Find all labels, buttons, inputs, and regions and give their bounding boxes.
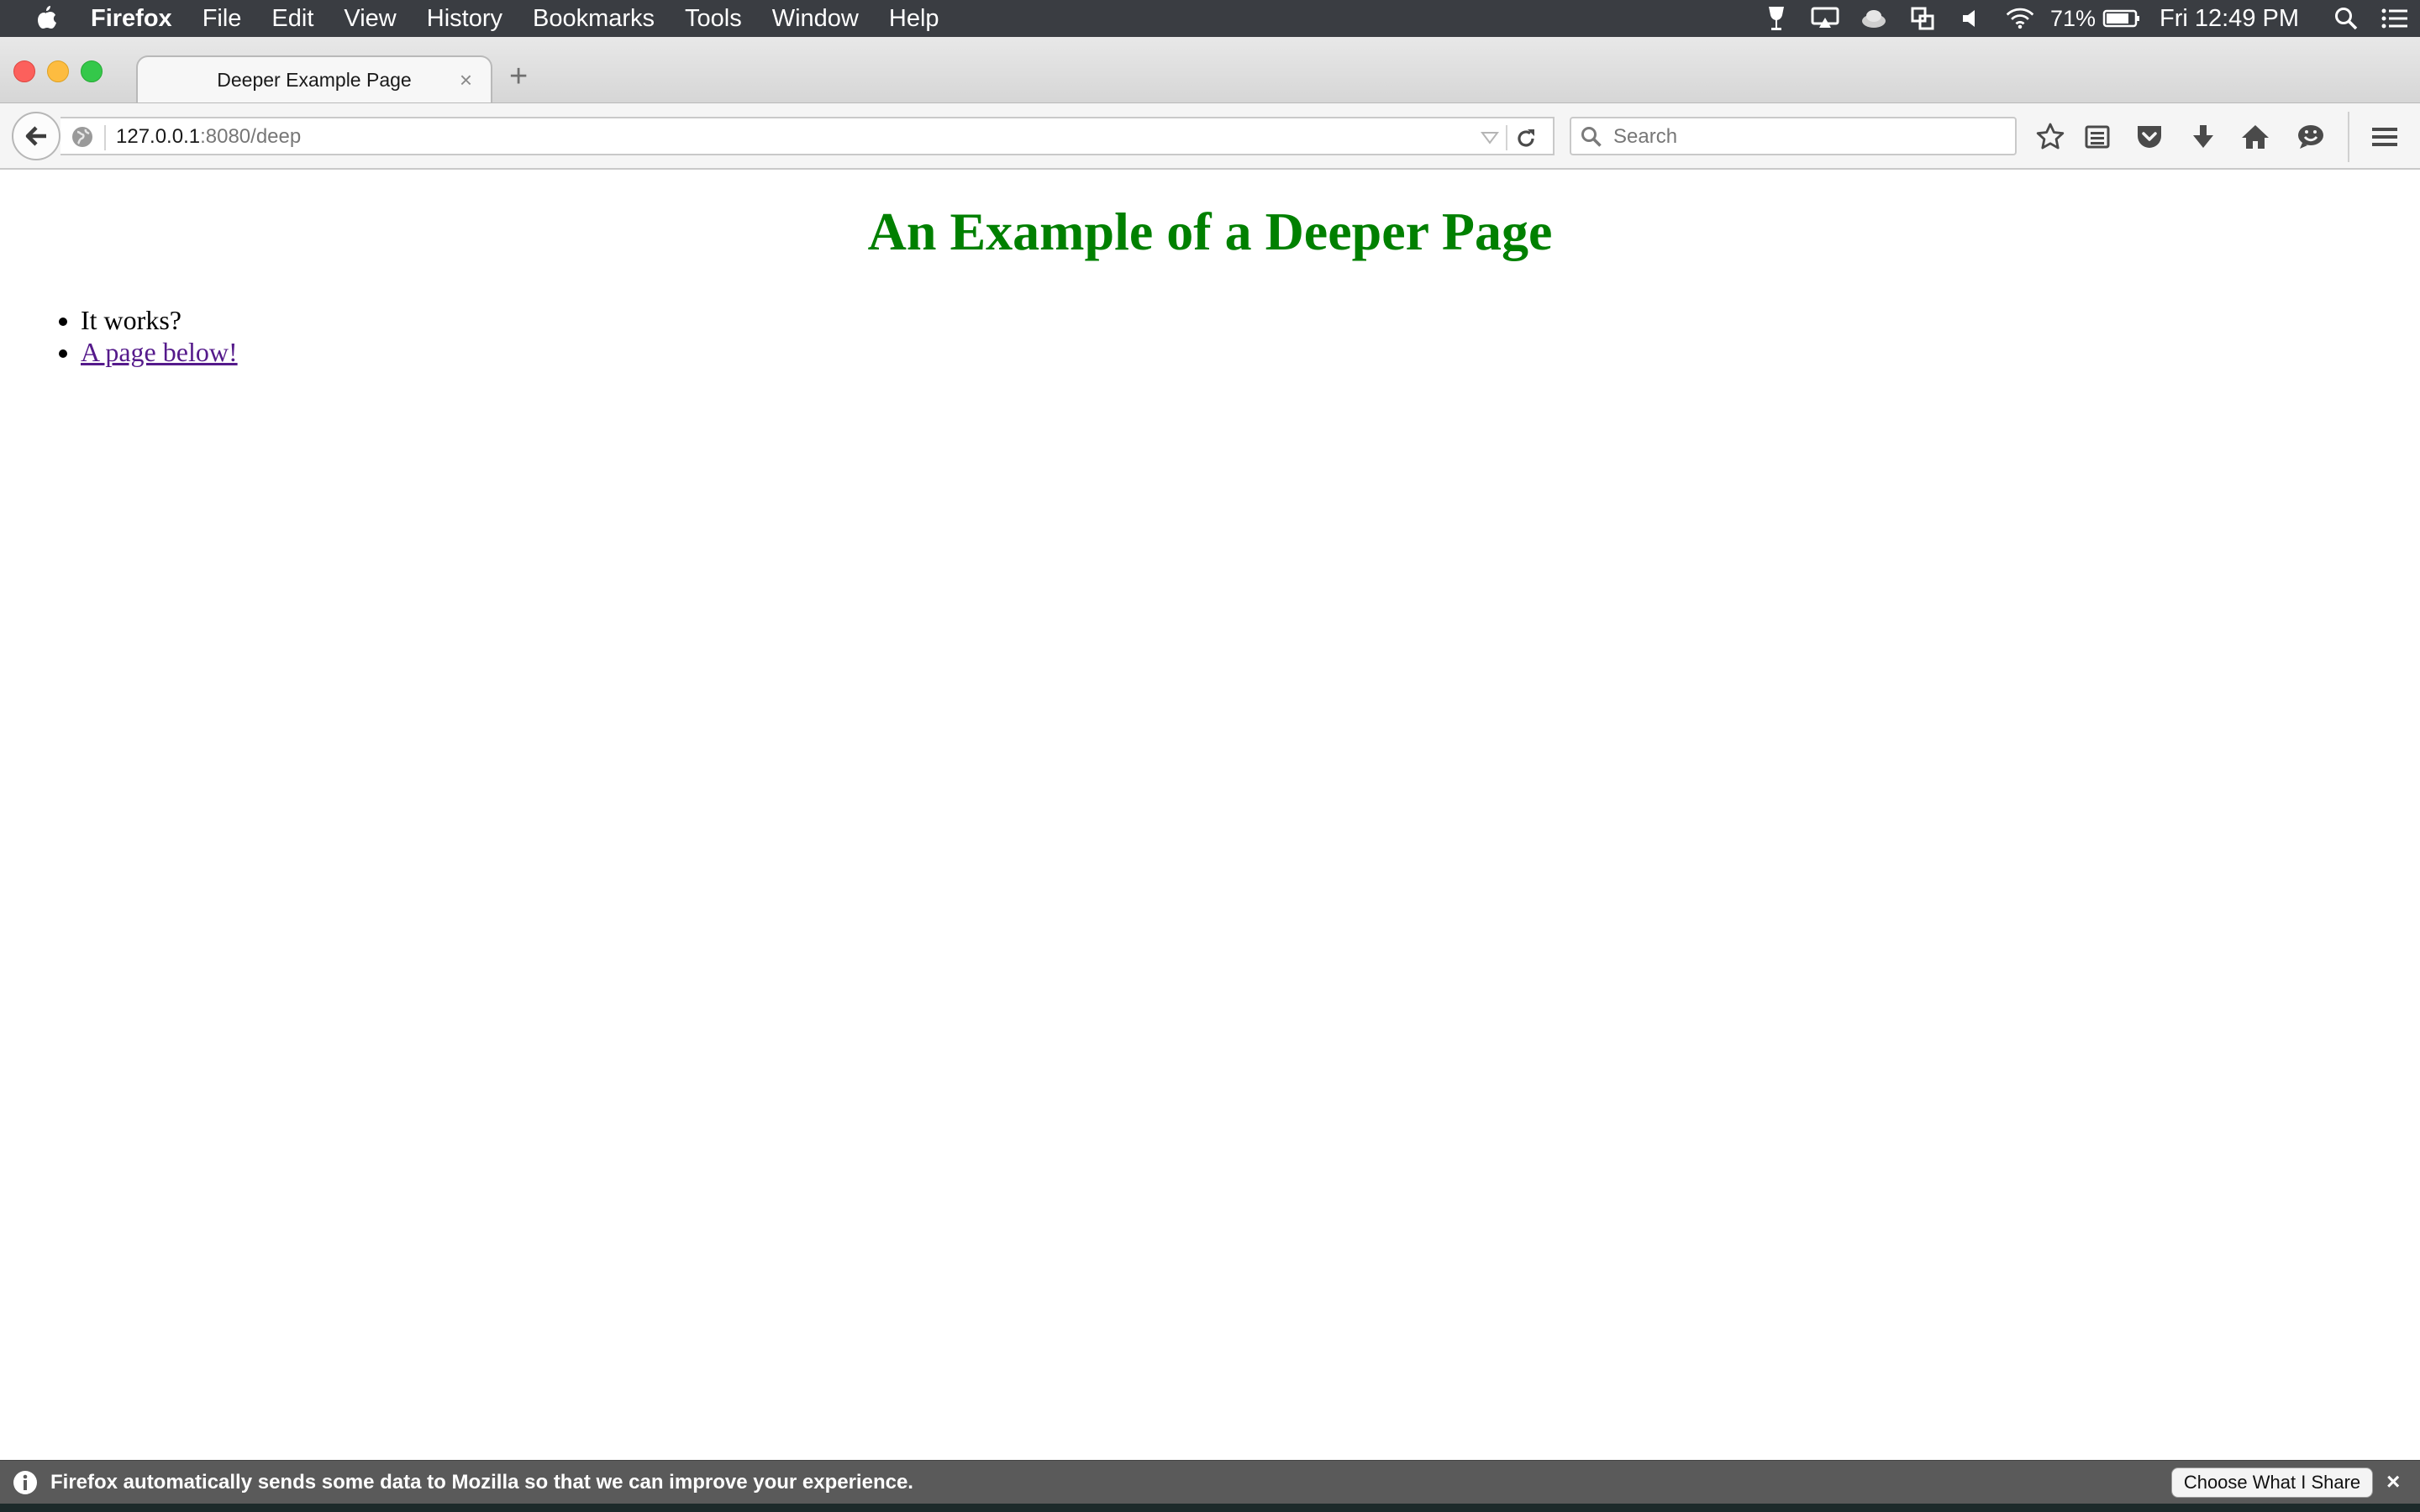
cloud-icon[interactable] [1859, 3, 1889, 34]
new-tab-button[interactable]: + [509, 60, 528, 92]
sync-icon[interactable] [1907, 3, 1938, 34]
bookmarks-menu-icon[interactable] [2079, 118, 2116, 155]
window-close-button[interactable] [13, 60, 35, 82]
macos-menu-bar: Firefox File Edit View History Bookmarks… [0, 0, 2420, 37]
menu-window[interactable]: Window [772, 5, 859, 33]
data-reporting-notification-bar: Firefox automatically sends some data to… [0, 1460, 2420, 1504]
url-bar-separator [104, 125, 106, 150]
url-host: 127.0.0.1 [116, 125, 201, 148]
back-arrow-icon [23, 123, 50, 149]
menu-bar-status-area: 71% Fri 12:49 PM [1761, 0, 2420, 37]
url-bar-separator-2 [1506, 125, 1507, 150]
menu-bar-clock[interactable]: Fri 12:49 PM [2160, 5, 2299, 33]
wifi-icon[interactable] [2005, 3, 2035, 34]
search-input[interactable] [1612, 122, 2010, 152]
volume-icon[interactable] [1956, 3, 1986, 34]
reload-icon[interactable] [1514, 127, 1538, 150]
downloads-icon[interactable] [2185, 118, 2222, 155]
page-heading: An Example of a Deeper Page [867, 202, 1553, 261]
wine-glass-icon[interactable] [1761, 3, 1791, 34]
notification-close-icon[interactable]: × [2386, 1469, 2400, 1494]
url-path: :8080/deep [200, 125, 302, 148]
menu-file[interactable]: File [203, 5, 242, 33]
hamburger-menu-icon[interactable] [2366, 118, 2403, 155]
tab-deeper-example-page[interactable]: Deeper Example Page × [136, 55, 492, 102]
url-bar[interactable]: 127.0.0.1:8080/deep [60, 117, 1555, 155]
menu-bookmarks[interactable]: Bookmarks [533, 5, 655, 33]
window-zoom-button[interactable] [81, 60, 103, 82]
list-item: It works? [81, 304, 238, 336]
pocket-icon[interactable] [2131, 118, 2168, 155]
page-content: An Example of a Deeper Page It works? A … [0, 170, 2420, 1460]
desktop-background-strip [0, 1504, 2420, 1512]
list-item[interactable]: A page below! [81, 336, 238, 368]
chat-icon[interactable] [2292, 118, 2329, 155]
bookmark-star-icon[interactable] [2032, 118, 2069, 155]
home-icon[interactable] [2237, 118, 2274, 155]
menu-help[interactable]: Help [889, 5, 939, 33]
notification-message: Firefox automatically sends some data to… [50, 1471, 913, 1494]
battery-percent: 71% [2049, 5, 2096, 31]
menu-view[interactable]: View [344, 5, 396, 33]
display-icon[interactable] [1810, 3, 1840, 34]
tab-title: Deeper Example Page [217, 68, 412, 91]
battery-icon[interactable] [2102, 3, 2141, 34]
choose-what-i-share-button[interactable]: Choose What I Share [2171, 1467, 2373, 1498]
toolbar-separator [2348, 112, 2349, 162]
search-icon [1580, 125, 1603, 149]
list-item-text: It works? [81, 305, 182, 335]
menu-app-firefox[interactable]: Firefox [91, 5, 172, 33]
spotlight-icon[interactable] [2331, 3, 2361, 34]
info-icon [12, 1469, 39, 1496]
navigation-toolbar: 127.0.0.1:8080/deep [0, 102, 2420, 170]
apple-icon[interactable] [34, 3, 60, 34]
tab-strip: Deeper Example Page × + [0, 37, 2420, 102]
window-minimize-button[interactable] [47, 60, 69, 82]
menu-tools[interactable]: Tools [685, 5, 742, 33]
search-bar[interactable] [1570, 117, 2017, 155]
url-text[interactable]: 127.0.0.1:8080/deep [116, 125, 301, 149]
tab-close-icon[interactable]: × [460, 69, 472, 91]
back-button[interactable] [12, 112, 60, 160]
site-identity-globe-icon[interactable] [71, 125, 94, 149]
notification-center-icon[interactable] [2380, 3, 2410, 34]
page-below-link[interactable]: A page below! [81, 337, 238, 367]
menu-history[interactable]: History [427, 5, 502, 33]
page-list: It works? A page below! [0, 304, 238, 368]
menu-edit[interactable]: Edit [271, 5, 313, 33]
url-history-dropdown-icon[interactable] [1481, 130, 1499, 145]
